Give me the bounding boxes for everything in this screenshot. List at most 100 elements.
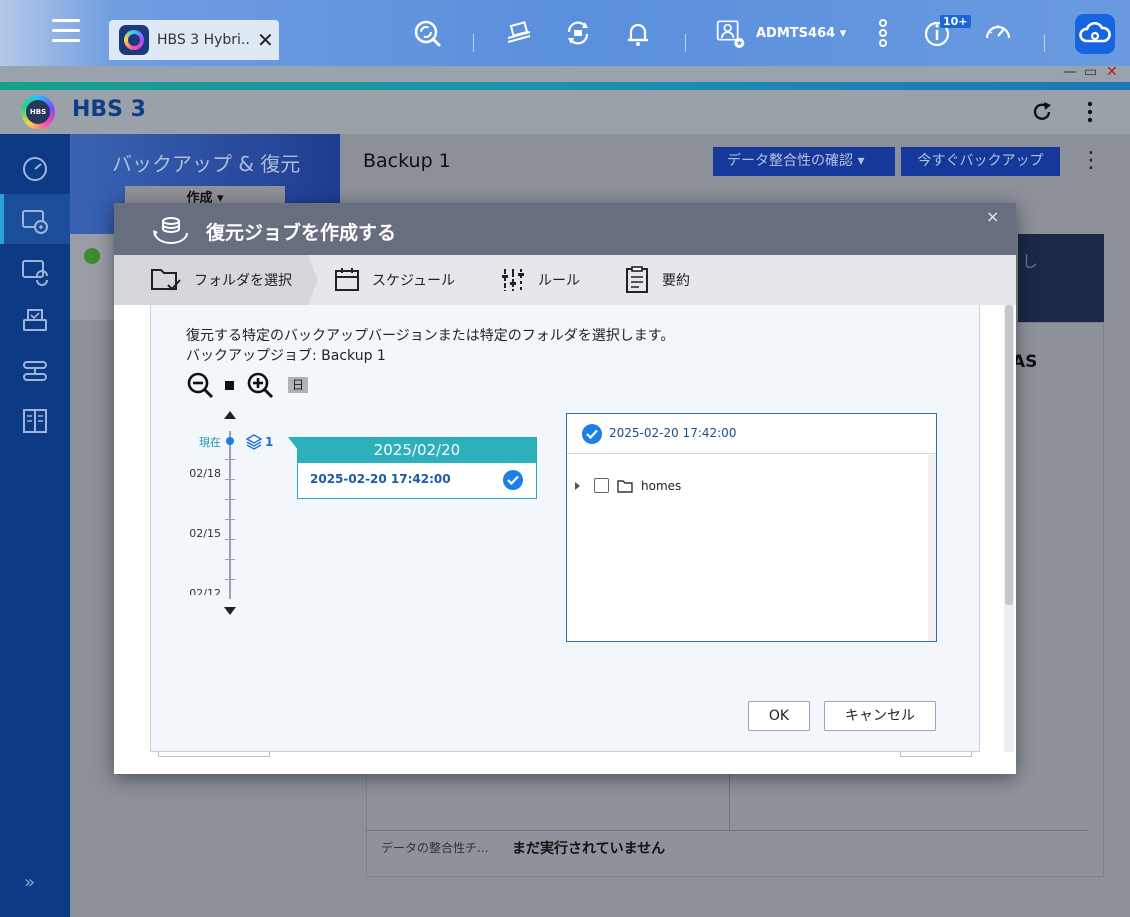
zoom-level-tag: 日 [288,377,309,393]
divider [729,774,730,830]
app-header: HBS 3 [0,90,1130,134]
timeline-tick [225,539,235,540]
backup-job-label: バックアップジョブ: Backup 1 [186,348,386,364]
tree-item-homes[interactable]: homes [575,478,681,493]
backup-version-card[interactable]: 2025/02/20 2025-02-20 17:42:00 [288,437,537,499]
sidebar-item-storage[interactable] [0,294,70,344]
refresh-icon[interactable] [1030,100,1054,124]
wizard-steps: フォルダを選択 スケジュール ルール 要約 [114,255,1016,305]
sidebar-item-logs[interactable] [0,394,70,444]
app-tab-hbs3[interactable]: HBS 3 Hybri... ✕ [109,20,279,60]
app-title: HBS 3 [72,97,146,122]
timeline-date-label: 02/15 [189,527,221,540]
instruction-text: 復元する特定のバックアップバージョンまたは特定のフォルダを選択します。 [186,328,675,344]
tab-close-icon[interactable]: ✕ [257,30,274,50]
ok-button[interactable]: OK [748,701,810,731]
timeline-current-dot [226,437,234,445]
services-icon [23,361,47,381]
tree-scrollbar[interactable] [928,455,936,641]
step-summary[interactable]: 要約 [624,255,690,305]
integrity-check-label: データの整合性チ... [381,841,489,855]
zoom-in-icon[interactable] [246,371,274,399]
version-timeline[interactable]: 現在 1 02/18 02/15 02/12 [181,409,291,619]
underlying-button-edge [158,752,270,757]
clipboard-icon [626,266,648,293]
sidebar-item-overview[interactable] [0,142,70,192]
hbs3-tab-logo-icon [119,25,149,55]
user-caret-icon: ▾ [839,26,847,41]
step-label: フォルダを選択 [194,273,292,289]
resource-monitor-icon[interactable] [983,18,1013,48]
dashboard-gauge-icon [23,157,47,181]
restore-job-icon [153,217,188,244]
search-icon[interactable] [412,18,442,48]
integrity-check-value: まだ実行されていません [512,841,666,857]
folder-checkbox[interactable] [594,478,609,493]
timeline-tick [225,459,235,460]
backup-restore-icon [22,210,48,234]
os-taskbar: HBS 3 Hybri... ✕ ★ ADMTS464 ▾ 10+ [0,0,1130,66]
verify-integrity-button[interactable]: データ整合性の確認 ▾ [713,147,895,176]
storage-icon [23,309,47,331]
job-title: Backup 1 [363,150,451,172]
version-time: 2025-02-20 17:42:00 [310,472,451,486]
sidebar-expand-icon[interactable]: » [24,872,35,893]
main-menu-icon[interactable] [52,19,80,47]
folder-check-icon [151,269,181,291]
tab-title: HBS 3 Hybri... [157,32,249,48]
calendar-icon [335,268,359,291]
expand-arrow-icon[interactable] [575,481,580,490]
step-select-folder[interactable]: フォルダを選択 [150,255,292,305]
dialog-scrollbar-thumb[interactable] [1005,305,1013,605]
zoom-out-icon[interactable] [186,371,214,399]
dialog-close-icon[interactable]: × [986,207,999,226]
create-restore-job-dialog: 復元ジョブを作成する × フォルダを選択 スケジュール ルール 要約 復元する特… [114,203,1016,774]
folder-tree-header: 2025-02-20 17:42:00 [567,414,936,454]
step-label: 要約 [662,273,690,289]
dialog-scrollbar[interactable] [1004,305,1014,752]
sync-status-icon[interactable] [563,18,593,48]
timeline-up-arrow-icon[interactable] [224,411,236,419]
dialog-title: 復元ジョブを作成する [206,222,397,244]
status-ok-icon [84,248,100,264]
task-bar-icon[interactable] [504,18,534,48]
timeline-now-label: 現在 [199,436,221,449]
step-label: ルール [538,273,580,289]
step-label: スケジュール [372,273,456,289]
toolbar-separator [1044,34,1045,52]
window-maximize-button[interactable]: ▭ [1084,64,1097,80]
backup-now-button[interactable]: 今すぐバックアップ [901,147,1060,176]
username-menu[interactable]: ADMTS464 ▾ [756,26,846,41]
folder-name: homes [641,478,682,493]
cloud-icon [1079,21,1111,43]
step-rules[interactable]: ルール [500,255,580,305]
timeline-tick [225,479,235,480]
version-check-icon [582,424,602,444]
timeline-tick [225,519,235,520]
window-minimize-button[interactable]: — [1063,64,1077,80]
user-admin-icon[interactable]: ★ [716,18,746,48]
timeline-down-arrow-icon[interactable] [224,607,236,615]
cancel-button[interactable]: キャンセル [824,701,936,731]
more-vertical-icon[interactable] [1080,100,1100,124]
timeline-date-label: 02/12 [189,587,221,595]
sidebar-item-backup-restore[interactable] [0,194,70,244]
sidebar-item-sync[interactable] [0,244,70,294]
partial-banner-text: し [1022,252,1039,271]
sidebar: » [0,134,70,917]
myqnapcloud-button[interactable] [1075,14,1115,54]
folder-tree-version-time: 2025-02-20 17:42:00 [609,426,737,440]
toolbar-separator [473,34,474,52]
notification-count-badge: 10+ [940,15,971,28]
step-schedule[interactable]: スケジュール [334,255,455,305]
hbs3-logo-icon [21,95,55,129]
version-card-pointer [288,437,298,450]
timeline-tick [225,499,235,500]
job-more-icon[interactable]: ⋮ [1080,148,1102,173]
more-options-icon[interactable] [868,18,898,48]
window-close-button[interactable]: ✕ [1106,64,1118,80]
active-step-arrow [308,255,318,305]
selected-check-icon [503,470,523,490]
sidebar-item-services[interactable] [0,344,70,394]
notification-bell-icon[interactable] [623,18,653,48]
